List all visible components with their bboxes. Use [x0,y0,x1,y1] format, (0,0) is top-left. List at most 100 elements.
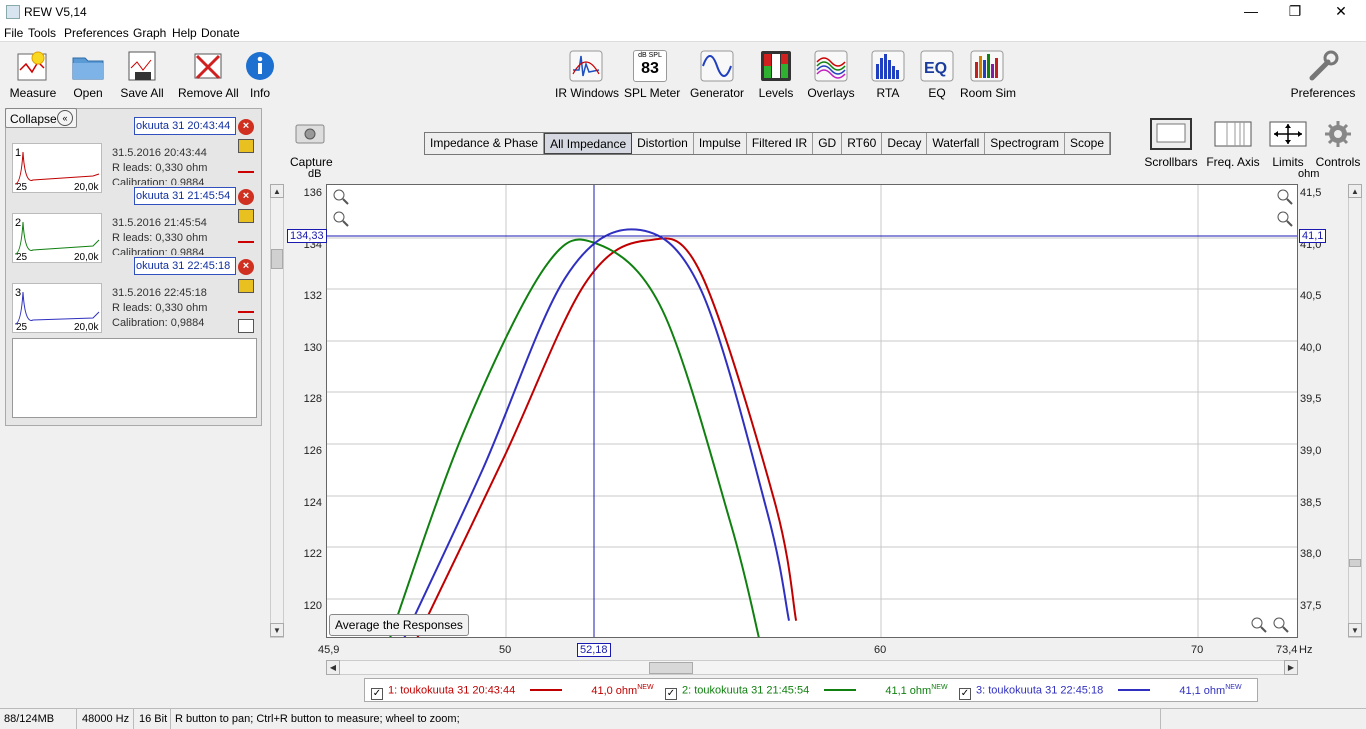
maximize-button[interactable]: ❐ [1272,0,1318,24]
y-right-tick: 38,5 [1300,497,1322,509]
window-title: REW V5,14 [24,5,87,19]
generator-button[interactable]: Generator [690,48,744,100]
zoom-in-icon[interactable] [1273,617,1289,633]
room-sim-button[interactable]: Room Sim [960,48,1016,100]
measurement-name-field[interactable]: okuuta 31 21:45:54 [134,187,236,205]
checkbox[interactable]: ✓ [959,687,971,700]
eq-target-icon[interactable] [238,209,254,223]
zoom-out-icon[interactable] [1277,211,1293,227]
tab-decay[interactable]: Decay [882,133,928,154]
zoom-out-icon[interactable] [333,211,349,227]
scroll-left-icon[interactable]: ◀ [326,660,340,675]
tab-spectrogram[interactable]: Spectrogram [985,133,1065,154]
scroll-up-icon[interactable]: ▲ [270,184,284,198]
menu-tools[interactable]: Tools [28,26,56,40]
memory-status: 88/124MB [4,713,55,725]
zoom-in-icon[interactable] [333,189,349,205]
remove-all-button[interactable]: Remove All [178,48,239,100]
average-responses-button[interactable]: Average the Responses [329,614,469,636]
zoom-in-icon[interactable] [1277,189,1293,205]
save-all-button[interactable]: Save All [118,48,166,100]
freq-axis-button[interactable]: Freq. Axis [1204,118,1262,169]
scroll-thumb[interactable] [649,662,693,674]
rta-button[interactable]: RTA [870,48,906,100]
tab-filtered-ir[interactable]: Filtered IR [747,133,814,154]
ir-windows-button[interactable]: IR Windows [555,48,619,100]
impedance-plot[interactable] [326,184,1298,654]
scroll-up-icon[interactable]: ▲ [1348,184,1362,198]
tab-rt60[interactable]: RT60 [842,133,883,154]
menu-bar: File Tools Preferences Graph Help Donate [0,24,1366,42]
info-button[interactable]: Info [244,48,276,100]
preferences-button[interactable]: Preferences [1290,48,1356,100]
scrollbars-button[interactable]: Scrollbars [1144,118,1198,169]
measurement-item-3[interactable]: okuuta 31 22:45:18 × 3 25 20,0k 31.5.201… [6,249,263,333]
legend-item-1[interactable]: ✓ 1: toukokuuta 31 20:43:44 41,0 ohmNEW [371,684,654,700]
delete-icon[interactable]: × [238,119,254,135]
measure-icon [17,51,47,81]
horizontal-scrollbar[interactable]: ◀ ▶ [326,660,1298,675]
tab-gd[interactable]: GD [813,133,843,154]
notes-textarea[interactable] [12,338,257,418]
scroll-thumb[interactable] [271,249,283,269]
levels-button[interactable]: Levels [756,48,796,100]
pen-icon[interactable] [238,299,254,313]
close-button[interactable]: ✕ [1318,0,1364,24]
controls-button[interactable]: Controls [1314,118,1362,169]
right-scrollbar[interactable]: ▲ ▼ [1348,184,1362,638]
open-button[interactable]: Open [66,48,110,100]
minimize-button[interactable]: — [1228,0,1274,24]
scroll-down-icon[interactable]: ▼ [1348,623,1362,637]
delete-icon[interactable]: × [238,189,254,205]
app-icon [6,5,20,19]
scroll-right-icon[interactable]: ▶ [1284,660,1298,675]
save-icon [128,51,156,81]
camera-icon [295,124,325,144]
eq-target-icon[interactable] [238,279,254,293]
double-chevron-left-icon: « [57,110,73,126]
tab-scope[interactable]: Scope [1065,133,1110,154]
limits-button[interactable]: Limits [1266,118,1310,169]
y-right-tick: 39,5 [1300,393,1322,405]
y-left-tick: 120 [303,600,322,612]
measurement-name-field[interactable]: okuuta 31 22:45:18 [134,257,236,275]
scroll-down-icon[interactable]: ▼ [270,623,284,637]
notes-icon[interactable] [238,319,254,333]
menu-help[interactable]: Help [172,26,197,40]
tab-distortion[interactable]: Distortion [632,133,694,154]
plot-canvas[interactable] [327,185,1297,654]
checkbox[interactable]: ✓ [371,687,383,700]
tab-waterfall[interactable]: Waterfall [927,133,986,154]
impedance-curves [383,228,798,654]
spl-meter-button[interactable]: dB SPL 83 SPL Meter [624,48,680,100]
eq-button[interactable]: EQ EQ [920,48,954,100]
legend-item-2[interactable]: ✓ 2: toukokuuta 31 21:45:54 41,1 ohmNEW [665,684,948,700]
svg-text:EQ: EQ [924,60,947,77]
overlays-button[interactable]: Overlays [806,48,856,100]
tab-impedance-phase[interactable]: Impedance & Phase [425,133,545,154]
left-scrollbar[interactable]: ▲ ▼ [270,184,284,638]
bit-depth-status: 16 Bit [139,713,168,725]
checkbox[interactable]: ✓ [665,687,677,700]
capture-button[interactable]: Capture [290,122,333,169]
cursor-y-right-value: 41,1 [1299,229,1327,243]
pen-icon[interactable] [238,229,254,243]
pen-icon[interactable] [238,159,254,173]
scroll-thumb[interactable] [1349,559,1361,567]
menu-donate[interactable]: Donate [201,26,240,40]
eq-target-icon[interactable] [238,139,254,153]
tab-all-impedance[interactable]: All Impedance [544,133,633,154]
measurement-item-2[interactable]: okuuta 31 21:45:54 × 2 25 20,0k 31.5.201… [6,179,263,263]
collapse-button[interactable]: Collapse « [5,108,77,128]
delete-icon[interactable]: × [238,259,254,275]
wrench-icon [1309,50,1339,81]
menu-preferences[interactable]: Preferences [64,26,129,40]
menu-graph[interactable]: Graph [133,26,166,40]
legend-item-3[interactable]: ✓ 3: toukokuuta 31 22:45:18 41,1 ohmNEW [959,684,1242,700]
measure-button[interactable]: Measure [8,48,58,100]
menu-file[interactable]: File [4,26,23,40]
zoom-out-icon[interactable] [1251,617,1267,633]
ir-windows-icon [569,50,603,82]
measurement-name-field[interactable]: okuuta 31 20:43:44 [134,117,236,135]
tab-impulse[interactable]: Impulse [694,133,747,154]
